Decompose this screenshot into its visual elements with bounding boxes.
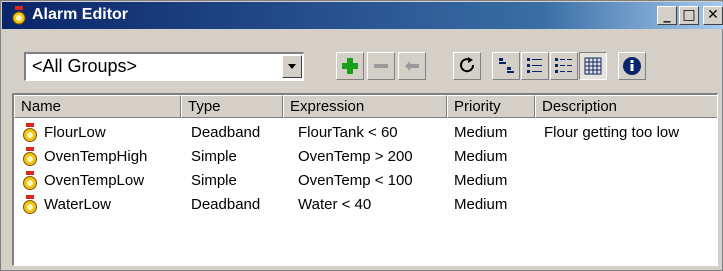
alarm-name: OvenTempHigh [44,148,148,165]
column-header-name[interactable]: Name [14,95,181,118]
alarm-bell-icon [12,6,26,31]
group-filter-select[interactable]: <All Groups> [24,52,304,81]
alarm-type: Simple [191,172,237,189]
table-row[interactable]: OvenTempLow Simple OvenTemp < 100 Medium [14,169,717,193]
small-icons-icon [499,58,514,73]
alarm-expression: OvenTemp < 100 [298,172,413,189]
grid-view-button[interactable] [579,52,607,80]
alarm-priority: Medium [454,196,508,213]
alarm-name: OvenTempLow [44,172,145,189]
close-icon: ✕ [707,7,719,23]
chevron-down-icon [288,64,296,69]
column-header-description[interactable]: Description [535,95,717,118]
alarm-type: Simple [191,148,237,165]
plus-icon [342,58,358,74]
alarm-name: FlourLow [44,124,106,141]
alarm-priority: Medium [454,148,508,165]
alarm-priority: Medium [454,172,508,189]
list-view-button[interactable] [521,52,549,80]
alarm-list[interactable]: Name Type Expression Priority Descriptio… [12,93,718,266]
alarm-expression: FlourTank < 60 [298,124,398,141]
minus-icon [374,64,388,68]
remove-alarm-button[interactable] [367,52,395,80]
alarm-priority: Medium [454,124,508,141]
alarm-expression: OvenTemp > 200 [298,148,413,165]
alarm-bell-icon [22,195,38,220]
group-filter-value: <All Groups> [32,56,138,76]
arrow-left-icon [405,61,419,71]
column-header-type[interactable]: Type [181,95,283,118]
close-button[interactable]: ✕ [703,6,723,25]
alarm-expression: Water < 40 [298,196,372,213]
alarm-description: Flour getting too low [544,124,680,141]
alarm-editor-window: Alarm Editor _ □ ✕ <All Groups> Name Typ… [0,0,723,271]
info-icon [623,57,641,75]
small-icons-view-button[interactable] [492,52,520,80]
alarm-type: Deadband [191,196,261,213]
table-row[interactable]: FlourLow Deadband FlourTank < 60 Medium … [14,121,717,145]
alarm-type: Deadband [191,124,261,141]
minimize-icon: _ [663,7,671,23]
add-alarm-button[interactable] [336,52,364,80]
list-header: Name Type Expression Priority Descriptio… [14,95,717,118]
table-row[interactable]: WaterLow Deadband Water < 40 Medium [14,193,717,220]
minimize-button[interactable]: _ [657,6,677,25]
edit-alarm-button[interactable] [398,52,426,80]
column-header-priority[interactable]: Priority [447,95,535,118]
dropdown-button[interactable] [282,55,302,78]
grid-icon [584,57,602,75]
details-icon [555,58,572,73]
details-view-button[interactable] [550,52,578,80]
title-bar[interactable]: Alarm Editor _ □ ✕ [2,2,723,29]
column-header-expression[interactable]: Expression [283,95,447,118]
window-title: Alarm Editor [32,6,129,23]
table-row[interactable]: OvenTempHigh Simple OvenTemp > 200 Mediu… [14,145,717,169]
alarm-name: WaterLow [44,196,111,213]
maximize-button[interactable]: □ [679,6,699,25]
maximize-icon: □ [682,7,696,23]
refresh-icon [460,57,475,73]
info-button[interactable] [618,52,646,80]
list-icon [527,58,542,73]
refresh-button[interactable] [453,52,481,80]
